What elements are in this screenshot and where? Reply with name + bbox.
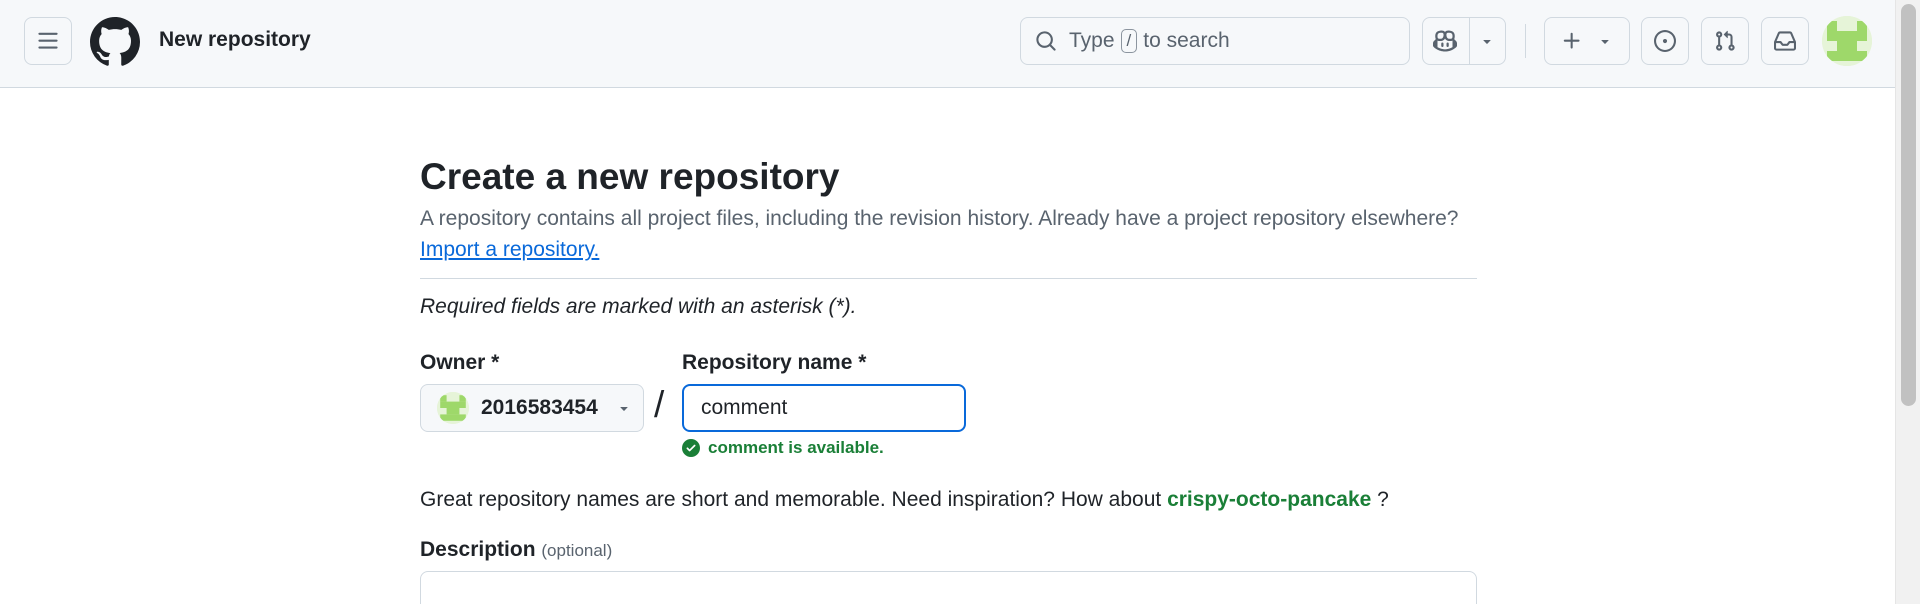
chevron-down-icon [1483, 40, 1491, 44]
avatar-identicon [1822, 16, 1872, 66]
open-menu-button[interactable] [24, 17, 72, 65]
copilot-button[interactable] [1433, 29, 1457, 58]
chevron-down-icon [620, 407, 628, 411]
search-icon [1036, 31, 1056, 51]
header-divider [1525, 24, 1526, 58]
plus-icon [1563, 32, 1580, 49]
inbox-button[interactable] [1761, 17, 1809, 65]
global-header: New repository Type / to search [0, 0, 1895, 88]
owner-value: 2016583454 [481, 396, 598, 419]
page-title[interactable]: New repository [159, 28, 311, 52]
suggested-name-button[interactable]: crispy-octo-pancake [1167, 488, 1371, 511]
inspiration-text: Great repository names are short and mem… [420, 488, 1162, 511]
github-logo-icon[interactable] [89, 17, 140, 67]
user-avatar[interactable] [1822, 16, 1872, 66]
scrollbar-thumb[interactable] [1901, 4, 1916, 406]
issues-icon [1654, 30, 1676, 52]
optional-tag: (optional) [541, 541, 613, 560]
check-circle-icon [682, 439, 700, 457]
owner-select[interactable]: 2016583454 [420, 384, 644, 432]
repository-name-input[interactable] [682, 384, 966, 432]
repository-name-label: Repository name * [682, 351, 867, 374]
name-inspiration: Great repository names are short and mem… [420, 488, 1389, 512]
search-shortcut-key: / [1120, 29, 1138, 53]
copilot-icon [1433, 30, 1457, 52]
search-input[interactable]: Type / to search [1020, 17, 1410, 65]
vertical-scrollbar[interactable] [1895, 0, 1920, 604]
chevron-down-icon [1601, 40, 1609, 44]
description-label-text: Description [420, 538, 536, 561]
hamburger-icon [38, 32, 58, 49]
divider [420, 278, 1477, 279]
owner-label: Owner * [420, 351, 500, 374]
required-fields-note: Required fields are marked with an aster… [420, 295, 857, 318]
pull-requests-button[interactable] [1701, 17, 1749, 65]
search-placeholder-suffix: to search [1143, 29, 1230, 52]
copilot-button-group [1422, 17, 1506, 65]
pull-request-icon [1716, 30, 1735, 51]
create-new-button[interactable] [1544, 17, 1630, 65]
lead-text: A repository contains all project files,… [420, 207, 1459, 230]
issues-button[interactable] [1641, 17, 1689, 65]
inbox-icon [1774, 31, 1796, 51]
import-repository-link[interactable]: Import a repository. [420, 238, 599, 262]
inspiration-suffix: ? [1377, 488, 1389, 511]
owner-repo-separator: / [654, 384, 665, 425]
search-placeholder-prefix: Type [1069, 29, 1115, 52]
availability-text: comment is available. [708, 438, 884, 457]
description-label: Description (optional) [420, 538, 612, 562]
availability-message: comment is available. [682, 438, 884, 458]
owner-avatar [437, 392, 469, 424]
description-input[interactable] [420, 571, 1477, 604]
copilot-menu-button[interactable] [1479, 33, 1495, 54]
page-heading: Create a new repository [420, 156, 840, 197]
